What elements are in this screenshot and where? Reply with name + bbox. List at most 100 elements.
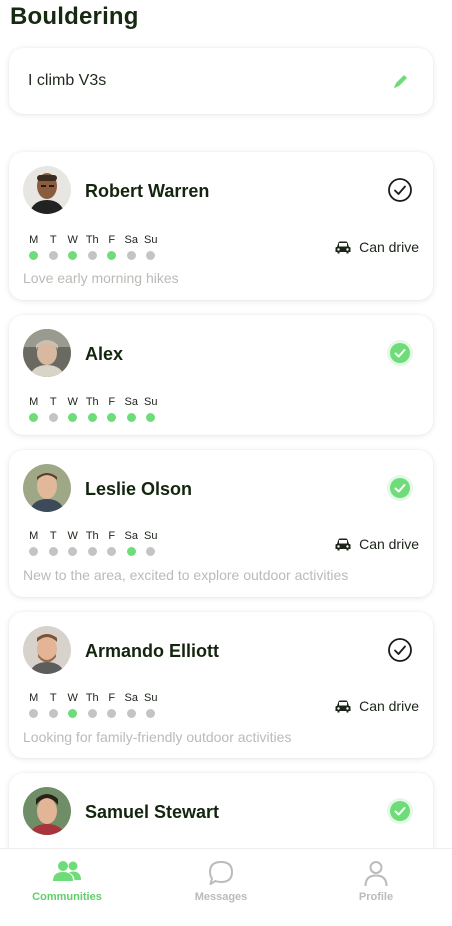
availability-days: M T W Th F Sa Su xyxy=(24,396,161,422)
day-label: W xyxy=(67,396,78,408)
tab-communities[interactable]: Communities xyxy=(0,849,142,919)
available-dot xyxy=(68,413,78,422)
day-indicator: W xyxy=(63,396,83,422)
available-dot xyxy=(107,251,117,260)
available-dot xyxy=(29,251,39,260)
tab-profile[interactable]: Profile xyxy=(301,849,451,919)
check-filled-icon[interactable] xyxy=(387,798,413,824)
unavailable-dot xyxy=(29,709,39,718)
check-filled-icon[interactable] xyxy=(387,340,413,366)
member-card[interactable]: Robert Warren M T W Th F Sa Su Can drive Love … xyxy=(9,152,433,300)
member-card[interactable]: Leslie Olson M T W Th F Sa Su Can drive New to… xyxy=(9,450,433,597)
page: Bouldering I climb V3s Robert Warren MTW… xyxy=(0,0,452,926)
day-label: T xyxy=(49,396,57,408)
available-dot xyxy=(146,413,156,422)
tab-messages[interactable]: Messages xyxy=(146,849,296,919)
status-card[interactable]: I climb V3s xyxy=(9,48,433,114)
day-label: Th xyxy=(85,234,99,246)
day-label: F xyxy=(108,530,116,542)
availability-days: M T W Th F Sa Su xyxy=(24,234,161,260)
unavailable-dot xyxy=(107,709,117,718)
day-indicator: T xyxy=(44,692,64,718)
car-icon xyxy=(335,700,351,712)
member-name: Armando Elliott xyxy=(85,641,219,661)
day-label: M xyxy=(29,530,39,542)
day-indicator: Su xyxy=(141,692,161,718)
member-name: Alex xyxy=(85,344,124,364)
day-indicator: Th xyxy=(83,234,103,260)
day-indicator: Sa xyxy=(122,530,142,556)
day-indicator: Th xyxy=(83,396,103,422)
unavailable-dot xyxy=(68,547,78,556)
day-label: F xyxy=(108,396,116,408)
day-indicator: Th xyxy=(83,530,103,556)
can-drive-indicator: Can drive xyxy=(335,239,419,255)
tab-label: Messages xyxy=(194,891,248,903)
can-drive-indicator: Can drive xyxy=(335,698,419,714)
member-name: Robert Warren xyxy=(85,181,210,201)
day-label: M xyxy=(29,692,39,704)
member-bio: Looking for family-friendly outdoor acti… xyxy=(23,729,292,745)
unavailable-dot xyxy=(29,547,39,556)
day-label: F xyxy=(108,234,116,246)
availability-days: M T W Th F Sa Su xyxy=(24,692,161,718)
people-icon xyxy=(53,861,81,881)
available-dot xyxy=(29,413,39,422)
day-indicator: Su xyxy=(141,530,161,556)
day-indicator: T xyxy=(44,396,64,422)
day-indicator: W xyxy=(63,530,83,556)
unavailable-dot xyxy=(48,413,58,422)
member-name: Leslie Olson xyxy=(85,479,193,499)
car-icon xyxy=(335,241,351,253)
pencil-icon[interactable] xyxy=(391,71,411,91)
unavailable-dot xyxy=(87,547,97,556)
day-label: Th xyxy=(85,692,99,704)
day-indicator: Sa xyxy=(122,692,142,718)
can-drive-indicator: Can drive xyxy=(335,536,419,552)
day-label: T xyxy=(49,692,57,704)
check-filled-icon[interactable] xyxy=(387,475,413,501)
member-card[interactable]: Armando Elliott M T W Th F Sa Su Can drive Loo… xyxy=(9,612,433,758)
day-indicator: W xyxy=(63,692,83,718)
member-bio: New to the area, excited to explore outd… xyxy=(23,567,349,583)
unavailable-dot xyxy=(87,709,97,718)
day-indicator: F xyxy=(102,234,122,260)
status-text: I climb V3s xyxy=(28,72,107,89)
day-label: W xyxy=(67,530,78,542)
day-indicator: M xyxy=(24,692,44,718)
day-label: W xyxy=(67,692,78,704)
member-card[interactable]: Alex M T W Th F Sa Su xyxy=(9,315,433,435)
unavailable-dot xyxy=(48,251,58,260)
day-indicator: Sa xyxy=(122,234,142,260)
day-indicator: F xyxy=(102,692,122,718)
day-indicator: Su xyxy=(141,396,161,422)
member-bio: Love early morning hikes xyxy=(23,270,179,286)
available-dot xyxy=(68,709,78,718)
check-outline-icon[interactable] xyxy=(387,177,413,203)
available-dot xyxy=(107,413,117,422)
page-title: Bouldering xyxy=(10,3,139,30)
day-indicator: W xyxy=(63,234,83,260)
unavailable-dot xyxy=(126,709,136,718)
can-drive-label: Can drive xyxy=(359,239,419,255)
day-indicator: Th xyxy=(83,692,103,718)
check-outline-icon[interactable] xyxy=(387,637,413,663)
chat-bubble-icon xyxy=(209,861,233,885)
day-label: Sa xyxy=(124,234,138,246)
available-dot xyxy=(126,547,136,556)
avatar xyxy=(23,329,71,377)
unavailable-dot xyxy=(107,547,117,556)
day-label: Su xyxy=(144,692,158,704)
day-indicator: T xyxy=(44,234,64,260)
day-label: M xyxy=(29,396,39,408)
avatar xyxy=(23,166,71,214)
unavailable-dot xyxy=(146,251,156,260)
can-drive-label: Can drive xyxy=(359,698,419,714)
day-indicator: Su xyxy=(141,234,161,260)
avatar xyxy=(23,626,71,674)
tab-label: Communities xyxy=(32,891,102,903)
day-indicator: F xyxy=(102,396,122,422)
avatar xyxy=(23,787,71,835)
available-dot xyxy=(126,413,136,422)
day-label: T xyxy=(49,530,57,542)
